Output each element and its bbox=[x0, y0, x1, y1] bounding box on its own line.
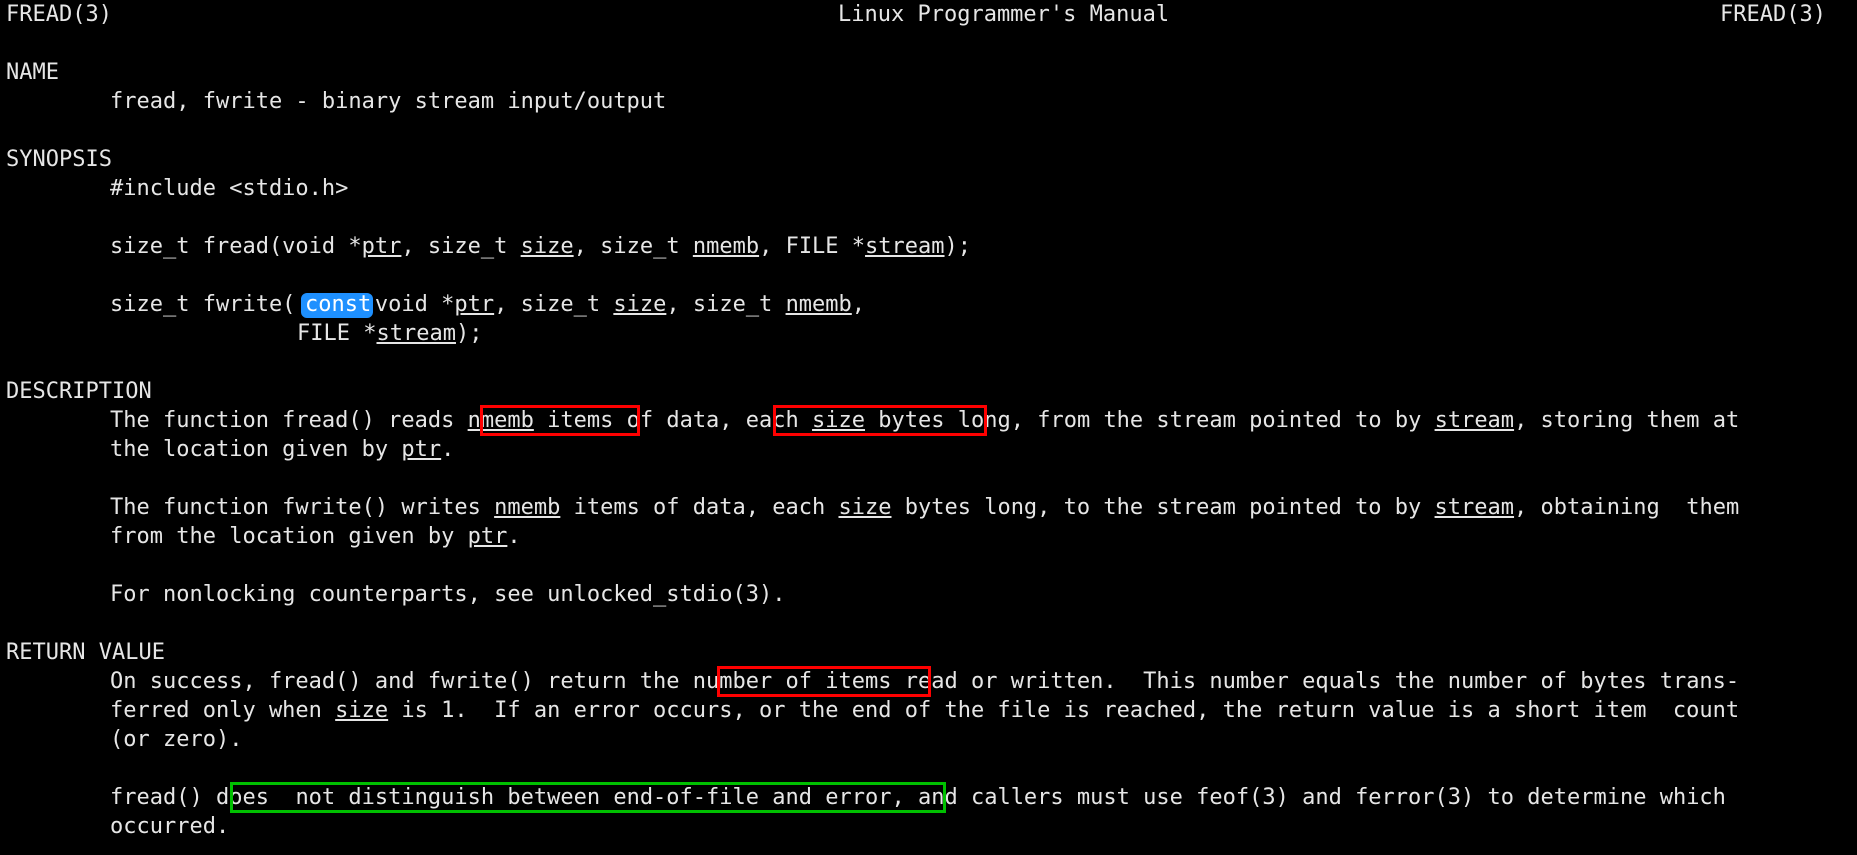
rv-p1-number-of-items: number of items bbox=[692, 669, 892, 694]
section-heading-description: DESCRIPTION bbox=[6, 377, 152, 406]
fread-proto-sep2: , size_t bbox=[573, 234, 693, 259]
fwrite-proto-cont-pre: FILE * bbox=[297, 321, 377, 346]
desc-p1-bytes: bytes bbox=[865, 408, 945, 433]
man-header: FREAD(3) bbox=[6, 0, 112, 29]
return-value-p1-line1: On success, fread() and fwrite() return … bbox=[110, 667, 1739, 696]
man-header-left: FREAD(3) bbox=[6, 2, 112, 27]
desc-p2-a: The function fwrite() writes bbox=[110, 495, 495, 520]
fwrite-proto-sep1: , size_t bbox=[494, 292, 614, 317]
fread-proto-sep1: , size_t bbox=[401, 234, 521, 259]
fread-param-nmemb: nmemb bbox=[692, 234, 760, 259]
desc-p2-c: bytes long, to the stream pointed to by bbox=[891, 495, 1435, 520]
rv-p1-l2-size: size bbox=[335, 698, 389, 723]
desc-p1-l2-ptr: ptr bbox=[401, 437, 442, 462]
desc-p2-b: items of data, each bbox=[560, 495, 839, 520]
man-header-center: Linux Programmer's Manual bbox=[838, 2, 1170, 27]
desc-p3-text: For nonlocking counterparts, see unlocke… bbox=[110, 582, 786, 607]
synopsis-include-text: #include <stdio.h> bbox=[110, 176, 349, 201]
terminal-window: FREAD(3) Linux Programmer's Manual FREAD… bbox=[0, 0, 1857, 855]
rv-p1-a: On success, fread() and fwrite() return … bbox=[110, 669, 693, 694]
fread-param-size: size bbox=[520, 234, 574, 259]
section-return-value-label: RETURN VALUE bbox=[6, 640, 165, 665]
description-p3: For nonlocking counterparts, see unlocke… bbox=[110, 580, 786, 609]
desc-p1-l2-a: the location given by bbox=[110, 437, 402, 462]
description-p2-line2: from the location given by ptr. bbox=[110, 522, 521, 551]
name-body: fread, fwrite - binary stream input/outp… bbox=[110, 87, 666, 116]
desc-p2-l2-b: . bbox=[507, 524, 521, 549]
fread-proto-pre: size_t fread(void * bbox=[110, 234, 362, 259]
desc-p1-a: The function fread() reads bbox=[110, 408, 468, 433]
rv-p2-eof-error: does not distinguish between end-of-file… bbox=[215, 785, 892, 810]
desc-p1-b: of data, bbox=[613, 408, 746, 433]
return-value-p2-line1: fread() does not distinguish between end… bbox=[110, 783, 1726, 812]
description-p2-line1: The function fwrite() writes nmemb items… bbox=[110, 493, 1739, 522]
section-synopsis-label: SYNOPSIS bbox=[6, 147, 112, 172]
fread-param-stream: stream bbox=[865, 234, 945, 259]
fwrite-proto-cont-end: ); bbox=[455, 321, 483, 346]
fwrite-proto-pre: size_t fwrite( bbox=[110, 292, 296, 317]
synopsis-include: #include <stdio.h> bbox=[110, 174, 348, 203]
desc-p1-c: long, from the stream pointed to by bbox=[944, 408, 1435, 433]
rv-p1-l2-b: is 1. If an error occurs, or the end of … bbox=[388, 698, 1740, 723]
desc-p1-each: each bbox=[745, 408, 813, 433]
man-header-right-wrap: FREAD(3) bbox=[1720, 0, 1826, 29]
rv-p2-b: , and callers must use feof(3) and ferro… bbox=[891, 785, 1726, 810]
desc-p1-nmemb: nmemb bbox=[467, 408, 534, 433]
return-value-p2-line2: occurred. bbox=[110, 812, 229, 841]
desc-p2-d: , obtaining them bbox=[1514, 495, 1740, 520]
fwrite-param-stream: stream bbox=[376, 321, 456, 346]
const-highlight-text: const bbox=[305, 292, 372, 317]
fwrite-proto-after-const: void * bbox=[361, 292, 455, 317]
rv-p1-l2-a: ferred only when bbox=[110, 698, 336, 723]
section-name-label: NAME bbox=[6, 60, 59, 85]
rv-p1-l3: (or zero). bbox=[110, 727, 243, 752]
fwrite-param-ptr: ptr bbox=[454, 292, 495, 317]
fread-proto-end: ); bbox=[944, 234, 972, 259]
rv-p1-b: read or written. This number equals the … bbox=[891, 669, 1740, 694]
rv-p2-l2: occurred. bbox=[110, 814, 230, 839]
desc-p1-stream: stream bbox=[1434, 408, 1515, 433]
desc-p1-d: , storing them at bbox=[1514, 408, 1740, 433]
synopsis-fread-proto: size_t fread(void *ptr, size_t size, siz… bbox=[110, 232, 971, 261]
return-value-p1-line3: (or zero). bbox=[110, 725, 242, 754]
desc-p1-l2-b: . bbox=[441, 437, 455, 462]
description-p1-line1: The function fread() reads nmemb items o… bbox=[110, 406, 1739, 435]
synopsis-fwrite-proto: size_t fwrite(const void *ptr, size_t si… bbox=[110, 290, 865, 319]
section-heading-name: NAME bbox=[6, 58, 59, 87]
synopsis-fwrite-proto-cont: FILE *stream); bbox=[297, 319, 482, 348]
desc-p2-l2-ptr: ptr bbox=[467, 524, 508, 549]
section-heading-return-value: RETURN VALUE bbox=[6, 638, 165, 667]
fread-proto-sep3: , FILE * bbox=[759, 234, 866, 259]
desc-p1-size: size bbox=[812, 408, 866, 433]
desc-p1-items: items bbox=[533, 408, 614, 433]
return-value-p1-line2: ferred only when size is 1. If an error … bbox=[110, 696, 1739, 725]
name-body-text: fread, fwrite - binary stream input/outp… bbox=[110, 89, 667, 114]
man-header-right: FREAD(3) bbox=[1720, 2, 1826, 27]
fread-param-ptr: ptr bbox=[361, 234, 402, 259]
fwrite-param-nmemb: nmemb bbox=[785, 292, 852, 317]
desc-p2-size: size bbox=[838, 495, 892, 520]
desc-p2-nmemb: nmemb bbox=[494, 495, 561, 520]
fwrite-proto-comma: , bbox=[851, 292, 866, 317]
man-header-center-wrap: Linux Programmer's Manual bbox=[838, 0, 1169, 29]
fwrite-param-size: size bbox=[613, 292, 667, 317]
section-heading-synopsis: SYNOPSIS bbox=[6, 145, 112, 174]
desc-p2-l2-a: from the location given by bbox=[110, 524, 468, 549]
section-description-label: DESCRIPTION bbox=[6, 379, 152, 404]
fwrite-proto-sep2: , size_t bbox=[666, 292, 786, 317]
rv-p2-a: fread() bbox=[110, 785, 216, 810]
description-p1-line2: the location given by ptr. bbox=[110, 435, 454, 464]
desc-p2-stream: stream bbox=[1434, 495, 1515, 520]
